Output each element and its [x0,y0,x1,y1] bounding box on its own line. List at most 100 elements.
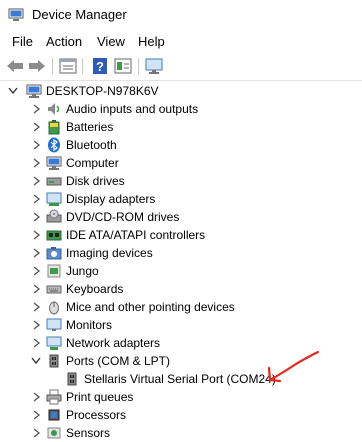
update-driver-button[interactable] [113,56,133,76]
bluetooth-icon [48,137,60,153]
chevron-right-icon[interactable] [32,247,42,259]
computer-icon [26,84,42,98]
tree-item-print-queues[interactable]: Print queues [0,388,362,406]
chevron-right-icon[interactable] [32,103,42,115]
sensor-icon [47,427,61,439]
device-tree: DESKTOP-N978K6V Audio inputs and outputs… [0,82,362,442]
tree-item-label: Imaging devices [66,246,153,260]
toolbar-separator [138,58,139,74]
tree-item-imaging-devices[interactable]: Imaging devices [0,244,362,262]
tree-item-stellaris-port[interactable]: Stellaris Virtual Serial Port (COM24) [0,370,362,388]
computer-icon [46,156,62,170]
device-icon [47,264,61,278]
tree-item-label: Print queues [66,390,134,404]
tree-item-audio[interactable]: Audio inputs and outputs [0,100,362,118]
tree-item-label: Network adapters [66,336,161,350]
properties-icon [59,58,77,74]
tree-item-jungo[interactable]: Jungo [0,262,362,280]
printer-icon [46,389,62,405]
menu-action[interactable]: Action [46,34,82,49]
tree-root[interactable]: DESKTOP-N978K6V [0,82,362,100]
menu-help[interactable]: Help [138,34,165,49]
mouse-icon [49,301,59,315]
network-icon [46,336,62,350]
tree-item-computer[interactable]: Computer [0,154,362,172]
tree-item-disk-drives[interactable]: Disk drives [0,172,362,190]
tree-item-network-adapters[interactable]: Network adapters [0,334,362,352]
toolbar: ? [0,52,362,81]
battery-icon [48,120,60,135]
tree-item-monitors[interactable]: Monitors [0,316,362,334]
toolbar-separator [82,58,83,74]
port-icon [67,372,77,386]
chevron-down-icon[interactable] [31,355,41,367]
tree-item-label: DVD/CD-ROM drives [66,210,180,224]
tree-item-label: Stellaris Virtual Serial Port (COM24) [84,372,276,386]
port-icon [49,354,59,368]
title-bar: Device Manager [0,0,362,30]
chevron-right-icon[interactable] [32,139,42,151]
tree-item-label: IDE ATA/ATAPI controllers [66,228,206,242]
camera-icon [46,247,62,260]
disk-drive-icon [46,177,62,186]
tree-item-label: Ports (COM & LPT) [66,354,171,368]
tree-item-ide-controllers[interactable]: IDE ATA/ATAPI controllers [0,226,362,244]
tree-item-sensors[interactable]: Sensors [0,424,362,442]
chevron-right-icon[interactable] [32,319,42,331]
tree-item-mice[interactable]: Mice and other pointing devices [0,298,362,316]
back-arrow-icon [7,60,23,72]
tree-item-processors[interactable]: Processors [0,406,362,424]
tree-item-label: Monitors [66,318,113,332]
chevron-right-icon[interactable] [32,229,42,241]
chevron-right-icon[interactable] [32,283,42,295]
tree-item-keyboards[interactable]: Keyboards [0,280,362,298]
chevron-right-icon[interactable] [32,211,42,223]
menu-bar: File Action View Help [0,30,362,52]
chevron-right-icon[interactable] [32,391,42,403]
toolbar-separator [52,58,53,74]
tree-item-label: Keyboards [66,282,124,296]
tree-item-label: Bluetooth [66,138,117,152]
chevron-right-icon[interactable] [32,193,42,205]
chevron-right-icon[interactable] [32,157,42,169]
chevron-down-icon[interactable] [8,85,18,97]
tree-item-label: Jungo [66,264,99,278]
tree-item-label: Batteries [66,120,114,134]
chevron-right-icon[interactable] [32,427,42,439]
window-title: Device Manager [32,7,127,22]
device-manager-icon [8,8,24,21]
svg-text:?: ? [96,59,104,74]
monitor-icon [46,318,62,331]
help-icon: ? [93,58,107,74]
chevron-right-icon[interactable] [32,121,42,133]
tree-item-bluetooth[interactable]: Bluetooth [0,136,362,154]
monitor-scan-icon [145,58,163,74]
tree-item-label: Sensors [66,426,111,440]
chevron-right-icon[interactable] [32,337,42,349]
properties-button[interactable] [58,56,78,76]
update-driver-icon [114,58,132,74]
tree-item-label: Audio inputs and outputs [66,102,199,116]
tree-item-display-adapters[interactable]: Display adapters [0,190,362,208]
scan-hardware-button[interactable] [144,56,164,76]
menu-view[interactable]: View [97,34,125,49]
tree-item-ports[interactable]: Ports (COM & LPT) [0,352,362,370]
ide-controller-icon [46,230,62,241]
tree-item-batteries[interactable]: Batteries [0,118,362,136]
display-adapter-icon [46,192,62,206]
tree-item-label: Disk drives [66,174,125,188]
tree-item-dvd-drives[interactable]: DVD/CD-ROM drives [0,208,362,226]
chevron-right-icon[interactable] [32,175,42,187]
back-button[interactable] [5,56,25,76]
processor-icon [48,409,60,421]
chevron-right-icon[interactable] [32,301,42,313]
chevron-right-icon[interactable] [32,265,42,277]
chevron-right-icon[interactable] [32,409,42,421]
help-button[interactable]: ? [90,56,110,76]
tree-item-label: Mice and other pointing devices [66,300,235,314]
keyboard-icon [46,285,62,294]
menu-file[interactable]: File [12,34,33,49]
speaker-icon [48,103,60,115]
forward-button[interactable] [27,56,47,76]
tree-item-label: Processors [66,408,127,422]
